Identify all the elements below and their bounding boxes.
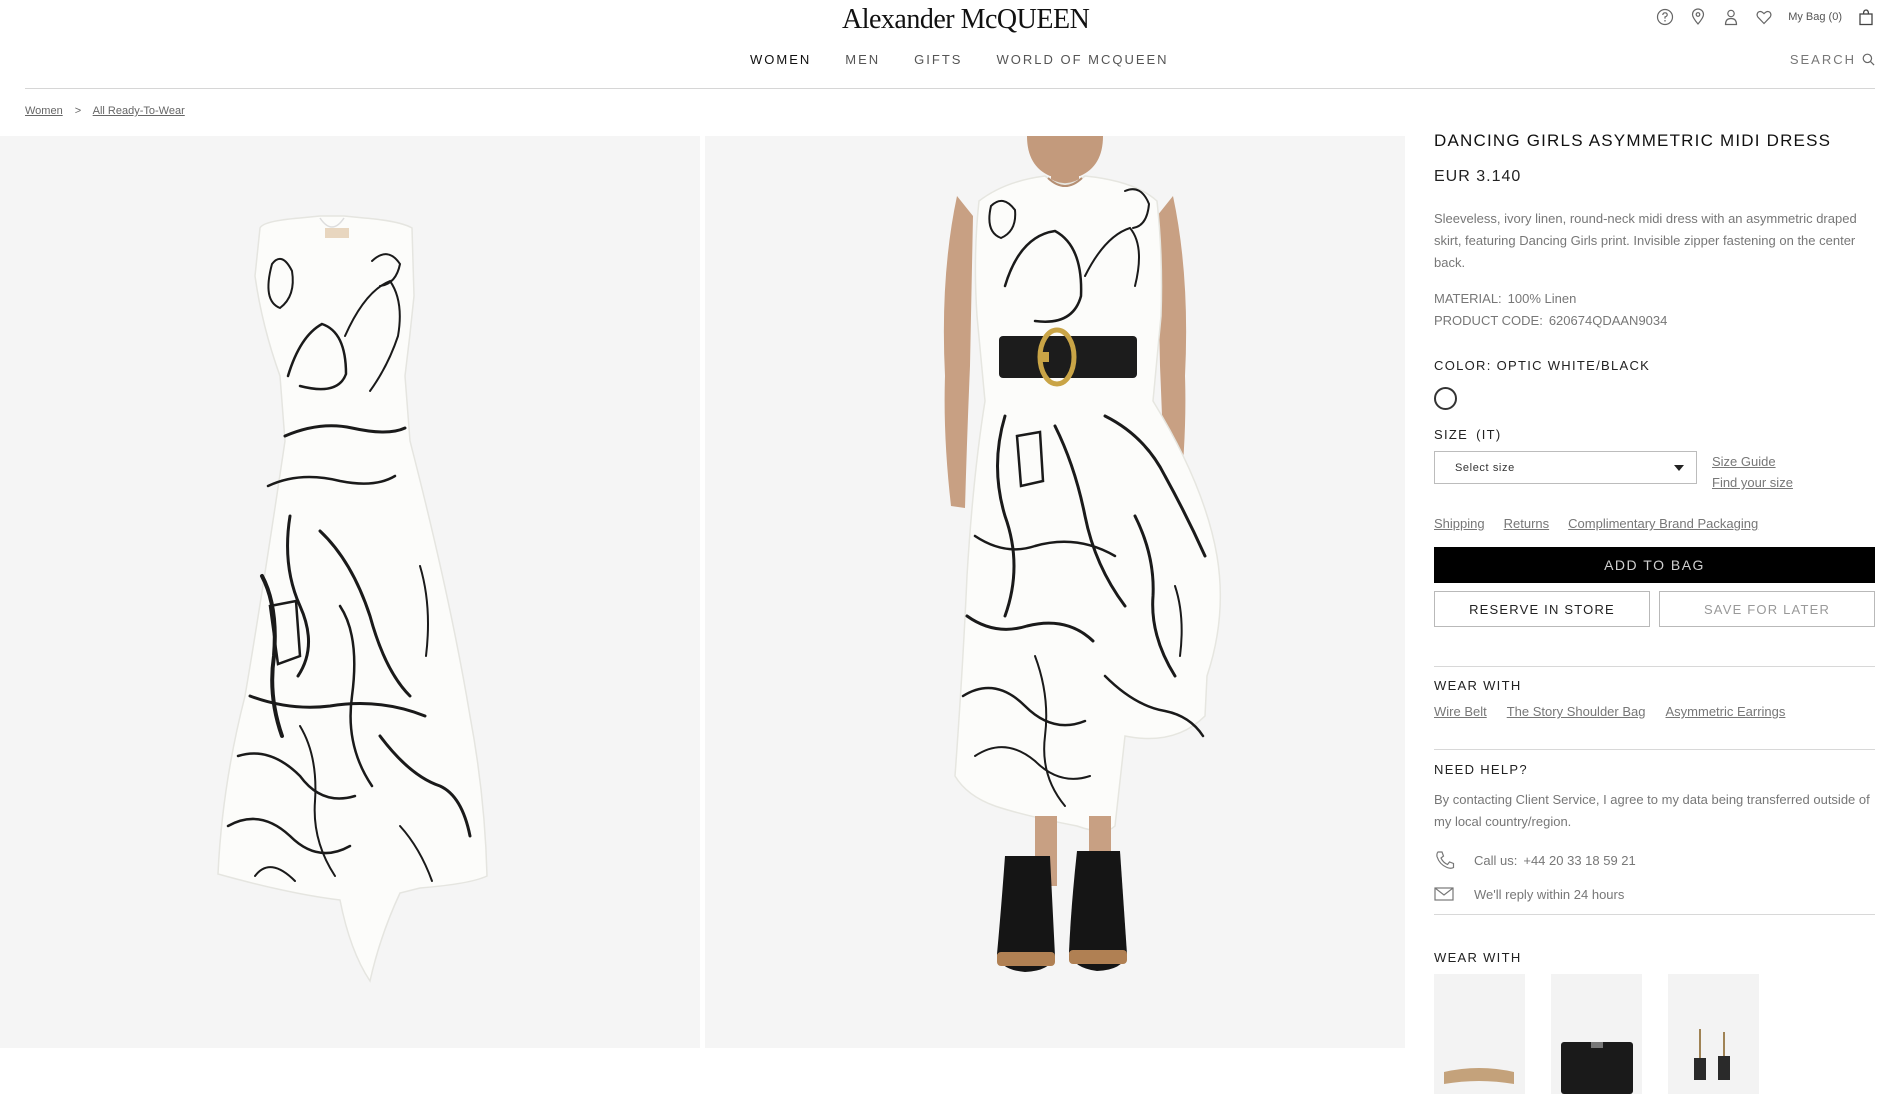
story-shoulder-bag-thumbnail[interactable] <box>1551 974 1642 1094</box>
breadcrumb-separator: > <box>74 105 82 117</box>
product-code-row: PRODUCT CODE: 620674QDAAN9034 <box>1434 310 1875 332</box>
call-us-row[interactable]: Call us: +44 20 33 18 59 21 <box>1434 850 1875 870</box>
need-help-heading: NEED HELP? <box>1434 762 1528 777</box>
wire-belt-thumbnail[interactable] <box>1434 974 1525 1094</box>
search-label: SEARCH <box>1789 52 1856 67</box>
reserve-in-store-button[interactable]: RESERVE IN STORE <box>1434 591 1650 627</box>
product-code-label: PRODUCT CODE: <box>1434 313 1543 328</box>
wear-with-gallery: WEAR WITH <box>1434 915 1875 1094</box>
product-title: DANCING GIRLS ASYMMETRIC MIDI DRESS <box>1434 131 1832 150</box>
size-guide-link[interactable]: Size Guide <box>1712 451 1793 472</box>
wear-with-links: Wire Belt The Story Shoulder Bag Asymmet… <box>1434 704 1875 737</box>
search-trigger[interactable]: SEARCH <box>1790 52 1875 67</box>
size-unit: (IT) <box>1476 427 1502 442</box>
wear-with-heading: WEAR WITH <box>1434 678 1522 693</box>
account-icon[interactable] <box>1722 8 1740 26</box>
secondary-actions: RESERVE IN STORE SAVE FOR LATER <box>1434 591 1875 627</box>
mail-icon <box>1434 884 1458 904</box>
size-help-links: Size Guide Find your size <box>1712 451 1793 493</box>
asymmetric-earrings-link[interactable]: Asymmetric Earrings <box>1665 704 1785 719</box>
product-price: EUR 3.140 <box>1434 168 1522 185</box>
size-placeholder: Select size <box>1455 461 1515 474</box>
wear-with-thumbnails <box>1434 974 1875 1094</box>
brand-packaging-link[interactable]: Complimentary Brand Packaging <box>1568 516 1758 531</box>
nav-men[interactable]: MEN <box>845 52 880 67</box>
bag-icon[interactable] <box>1857 8 1875 26</box>
phone-icon <box>1434 850 1458 870</box>
wire-belt-link[interactable]: Wire Belt <box>1434 704 1487 719</box>
section-divider <box>1434 749 1875 750</box>
breadcrumb: Women > All Ready-To-Wear <box>25 105 185 117</box>
material-row: MATERIAL: 100% Linen <box>1434 288 1875 310</box>
policy-links: Shipping Returns Complimentary Brand Pac… <box>1434 516 1875 531</box>
reply-time: We'll reply within 24 hours <box>1474 886 1625 902</box>
color-swatch-optic-white[interactable] <box>1434 387 1457 410</box>
returns-link[interactable]: Returns <box>1504 516 1550 531</box>
size-controls: Select size Size Guide Find your size <box>1434 451 1875 493</box>
brand-logo[interactable]: Alexander McQUEEN <box>842 4 1090 36</box>
size-selector: SIZE (IT) Select size Size Guide Find you… <box>1434 427 1875 493</box>
site-header: Alexander McQUEEN My Bag (0) WOMEN MEN G… <box>0 0 1887 89</box>
help-icon[interactable] <box>1656 8 1674 26</box>
store-locator-icon[interactable] <box>1689 8 1707 26</box>
shipping-link[interactable]: Shipping <box>1434 516 1485 531</box>
search-icon <box>1862 53 1875 66</box>
nav-world-of-mcqueen[interactable]: WORLD OF MCQUEEN <box>996 52 1168 67</box>
dress-model-illustration <box>943 136 1222 972</box>
section-divider <box>1434 666 1875 667</box>
color-value: OPTIC WHITE/BLACK <box>1496 358 1651 373</box>
size-heading: SIZE (IT) <box>1434 427 1875 442</box>
call-us-label: Call us: <box>1474 852 1518 868</box>
color-selector: COLOR: OPTIC WHITE/BLACK <box>1434 358 1875 410</box>
need-help-text: By contacting Client Service, I agree to… <box>1434 792 1870 829</box>
dress-front-illustration <box>217 215 488 983</box>
bag-label: My Bag <box>1788 11 1826 23</box>
color-heading: COLOR: OPTIC WHITE/BLACK <box>1434 358 1875 373</box>
size-dropdown[interactable]: Select size <box>1434 451 1697 484</box>
caret-down-icon <box>1674 464 1684 471</box>
asymmetric-earrings-thumbnail[interactable] <box>1668 974 1759 1094</box>
color-label: COLOR: <box>1434 358 1492 373</box>
email-us-row[interactable]: We'll reply within 24 hours <box>1434 884 1875 914</box>
product-code-value: 620674QDAAN9034 <box>1548 313 1668 328</box>
material-label: MATERIAL: <box>1434 291 1502 306</box>
phone-number: +44 20 33 18 59 21 <box>1523 852 1636 868</box>
product-info-panel: DANCING GIRLS ASYMMETRIC MIDI DRESS EUR … <box>1434 131 1875 1094</box>
my-bag-link[interactable]: My Bag (0) <box>1788 11 1842 23</box>
add-to-bag-button[interactable]: ADD TO BAG <box>1434 547 1875 583</box>
breadcrumb-women[interactable]: Women <box>25 105 63 117</box>
nav-gifts[interactable]: GIFTS <box>914 52 962 67</box>
bag-count: (0) <box>1828 11 1842 23</box>
utility-icons: My Bag (0) <box>1656 8 1875 26</box>
nav-women[interactable]: WOMEN <box>750 52 811 67</box>
wear-with-gallery-heading: WEAR WITH <box>1434 950 1522 965</box>
header-divider <box>25 88 1875 89</box>
main-nav: WOMEN MEN GIFTS WORLD OF MCQUEEN <box>750 52 1169 67</box>
product-description: Sleeveless, ivory linen, round-neck midi… <box>1434 211 1857 270</box>
find-your-size-link[interactable]: Find your size <box>1712 472 1793 493</box>
product-image-front[interactable] <box>0 136 700 1048</box>
material-value: 100% Linen <box>1507 291 1577 306</box>
save-for-later-button[interactable]: SAVE FOR LATER <box>1659 591 1875 627</box>
need-help-section: NEED HELP? By contacting Client Service,… <box>1434 737 1875 915</box>
product-image-model[interactable] <box>705 136 1405 1048</box>
breadcrumb-all-ready-to-wear[interactable]: All Ready-To-Wear <box>93 105 185 117</box>
product-meta: MATERIAL: 100% Linen PRODUCT CODE: 620674Q… <box>1434 288 1875 332</box>
story-shoulder-bag-link[interactable]: The Story Shoulder Bag <box>1507 704 1646 719</box>
wear-with-section: WEAR WITH Wire Belt The Story Shoulder B… <box>1434 655 1875 737</box>
wishlist-icon[interactable] <box>1755 8 1773 26</box>
size-label: SIZE <box>1434 427 1469 442</box>
